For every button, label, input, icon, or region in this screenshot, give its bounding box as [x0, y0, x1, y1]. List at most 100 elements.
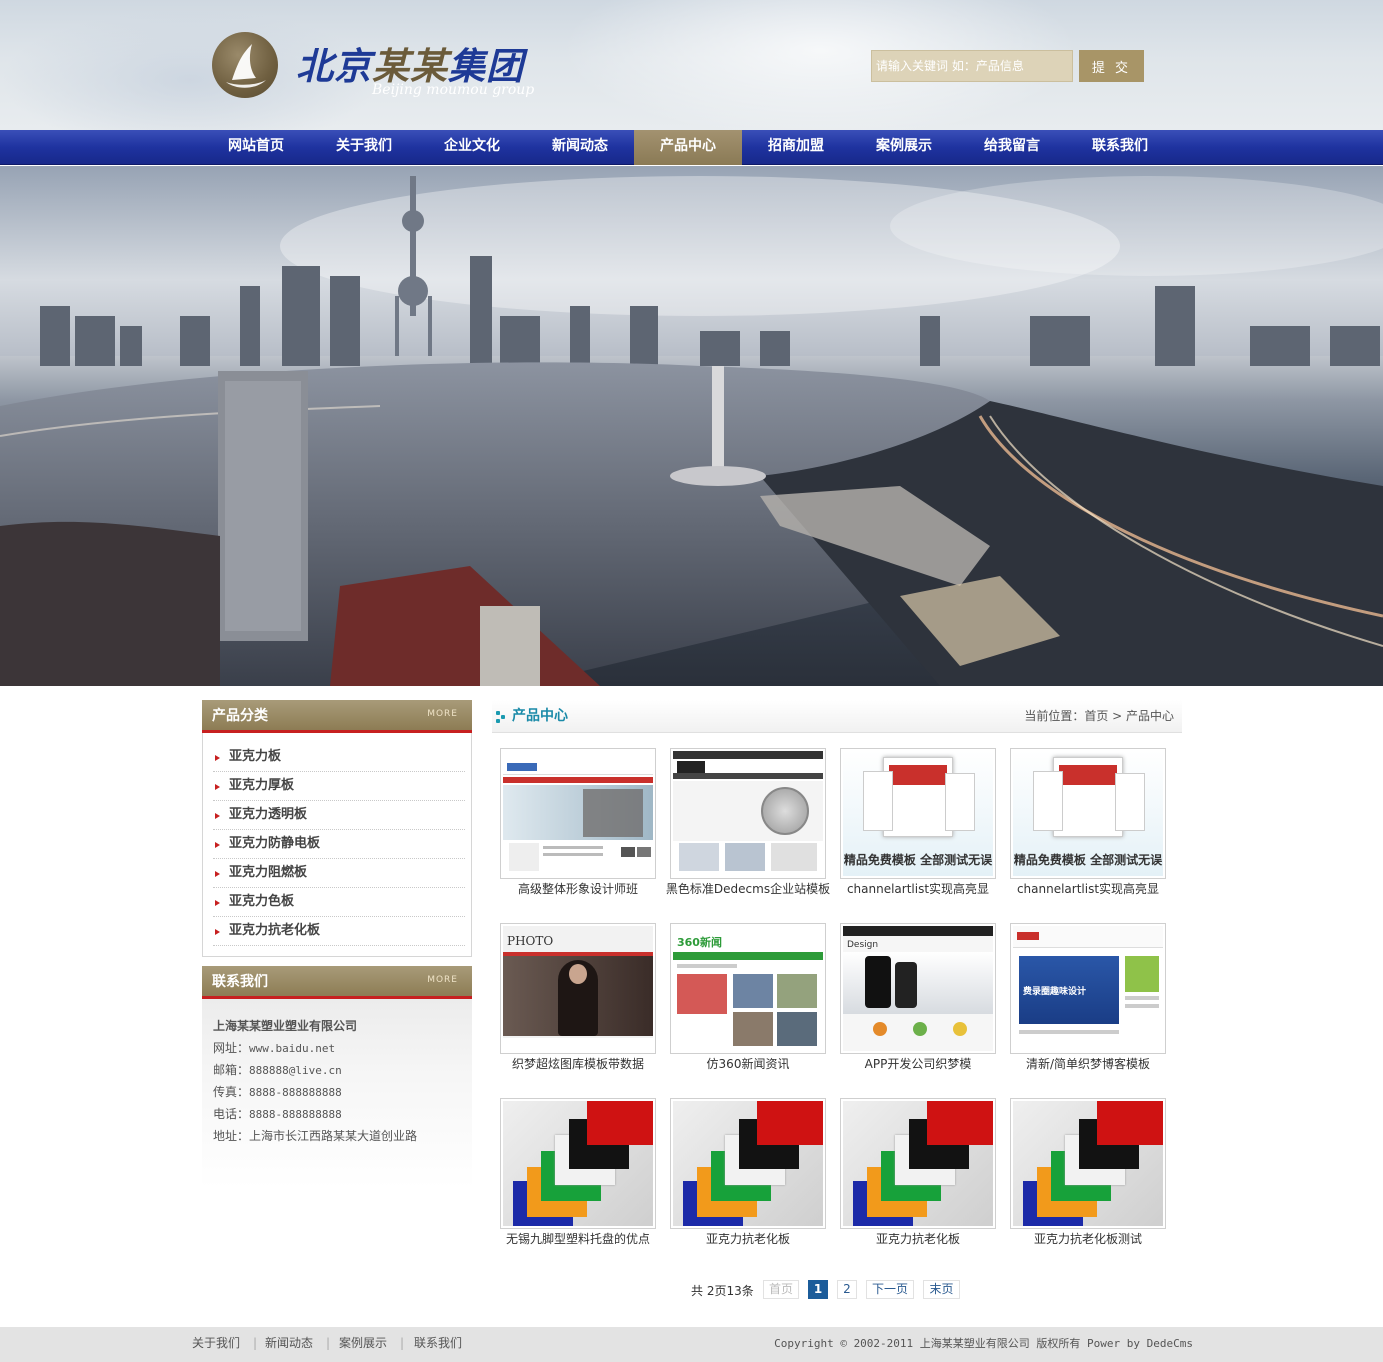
product-caption[interactable]: APP开发公司织梦模 [830, 1055, 1006, 1072]
footer-separator: | [400, 1336, 405, 1350]
contact-label: 传真： [213, 1085, 250, 1099]
product-caption[interactable]: channelartlist实现高亮显 [830, 880, 1006, 897]
city-skyline-image [0, 166, 1383, 686]
product-thumbnail[interactable] [500, 748, 656, 879]
site-footer: Copyright © 2002-2011 上海某某塑业有限公司 版权所有 Po… [0, 1327, 1383, 1362]
footer-link[interactable]: 新闻动态 [265, 1327, 313, 1360]
red-arrow-icon [215, 929, 220, 935]
product-caption[interactable]: 清新/简单织梦博客模板 [1000, 1055, 1176, 1072]
category-item[interactable]: 亚克力透明板 [213, 801, 465, 830]
category-item[interactable]: 亚克力板 [213, 743, 465, 772]
contact-line: 电话：8888-888888888 [213, 1105, 342, 1122]
product-center-header: 产品中心 当前位置：首页 > 产品中心 [492, 700, 1182, 733]
contact-more-link[interactable]: MORE [427, 975, 458, 985]
category-label: 亚克力防静电板 [229, 836, 321, 851]
product-caption[interactable]: 高级整体形象设计师班 [490, 880, 666, 897]
category-title: 产品分类 [212, 708, 268, 724]
nav-item-4[interactable]: 新闻动态 [526, 130, 634, 165]
product-thumbnail[interactable]: 费录圈趣味设计 [1010, 923, 1166, 1054]
product-card[interactable]: 高级整体形象设计师班 [500, 748, 656, 908]
search-input[interactable] [871, 50, 1073, 82]
brand-name-en: Beijing moumou group [372, 82, 535, 98]
red-arrow-icon [215, 900, 220, 906]
product-thumbnail[interactable] [1010, 1098, 1166, 1229]
product-card[interactable]: PHOTO 织梦超炫图库模板带数据 [500, 923, 656, 1083]
category-item[interactable]: 亚克力色板 [213, 888, 465, 917]
site-header: 北京某某集团 Beijing moumou group 提 交 [0, 0, 1383, 130]
product-caption[interactable]: channelartlist实现高亮显 [1000, 880, 1176, 897]
pagination-summary: 共 2页13条 [691, 1284, 754, 1298]
product-card[interactable]: 360新闻 仿360新闻资讯 [670, 923, 826, 1083]
page-number-2[interactable]: 2 [837, 1280, 857, 1299]
product-caption[interactable]: 无锡九脚型塑料托盘的优点 [490, 1230, 666, 1247]
contact-value: 上海市长江西路某某大道创业路 [249, 1129, 418, 1143]
red-arrow-icon [215, 842, 220, 848]
contact-label: 网址： [213, 1041, 250, 1055]
nav-item-7[interactable]: 案例展示 [850, 130, 958, 165]
product-center-title: 产品中心 [512, 708, 568, 724]
nav-item-8[interactable]: 给我留言 [958, 130, 1066, 165]
brand-logo[interactable]: 北京某某集团 Beijing moumou group [212, 32, 552, 104]
contact-header: 联系我们 MORE [202, 966, 472, 999]
product-thumbnail[interactable] [670, 1098, 826, 1229]
nav-item-5[interactable]: 产品中心 [634, 130, 742, 165]
search-submit-button[interactable]: 提 交 [1079, 50, 1144, 82]
product-caption[interactable]: 亚克力抗老化板测试 [1000, 1230, 1176, 1247]
product-thumbnail[interactable] [670, 748, 826, 879]
product-card[interactable]: 黑色标准Dedecms企业站模板 [666, 748, 830, 908]
nav-item-2[interactable]: 关于我们 [310, 130, 418, 165]
contact-line: 传真：8888-888888888 [213, 1083, 342, 1100]
product-card[interactable]: Design APP开发公司织梦模 [840, 923, 996, 1083]
category-header: 产品分类 MORE [202, 700, 472, 733]
footer-separator: | [326, 1336, 331, 1350]
product-thumbnail[interactable]: Design [840, 923, 996, 1054]
product-caption[interactable]: 织梦超炫图库模板带数据 [490, 1055, 666, 1072]
category-item[interactable]: 亚克力抗老化板 [213, 917, 465, 946]
footer-link[interactable]: 联系我们 [414, 1327, 462, 1360]
nav-item-9[interactable]: 联系我们 [1066, 130, 1174, 165]
product-caption[interactable]: 黑色标准Dedecms企业站模板 [660, 880, 836, 897]
footer-link[interactable]: 关于我们 [192, 1327, 240, 1360]
product-thumbnail[interactable]: 360新闻 [670, 923, 826, 1054]
product-card[interactable]: 精品免费模板 全部测试无误 channelartlist实现高亮显 [840, 748, 996, 908]
last-page-link[interactable]: 末页 [923, 1280, 960, 1299]
category-more-link[interactable]: MORE [427, 709, 458, 719]
product-card[interactable]: 亚克力抗老化板 [670, 1098, 826, 1258]
breadcrumb: 当前位置：首页 > 产品中心 [1024, 709, 1174, 723]
nav-item-6[interactable]: 招商加盟 [742, 130, 850, 165]
contact-line: 邮箱：888888@live.cn [213, 1061, 342, 1078]
product-card[interactable]: 亚克力抗老化板 [840, 1098, 996, 1258]
category-list: 亚克力板亚克力厚板亚克力透明板亚克力防静电板亚克力阻燃板 亚克力色板亚克力抗老化板 [202, 733, 472, 957]
contact-line: 地址：上海市长江西路某某大道创业路 [213, 1127, 417, 1144]
page-number-1[interactable]: 1 [808, 1280, 828, 1299]
contact-value[interactable]: 888888@live.cn [249, 1064, 342, 1077]
category-item[interactable]: 亚克力厚板 [213, 772, 465, 801]
product-caption[interactable]: 亚克力抗老化板 [660, 1230, 836, 1247]
product-card[interactable]: 精品免费模板 全部测试无误 channelartlist实现高亮显 [1010, 748, 1166, 908]
product-thumbnail[interactable] [840, 1098, 996, 1229]
product-caption[interactable]: 仿360新闻资讯 [660, 1055, 836, 1072]
product-thumbnail[interactable] [500, 1098, 656, 1229]
category-item[interactable]: 亚克力阻燃板 [213, 859, 465, 888]
footer-separator: | [253, 1336, 258, 1350]
hero-banner [0, 166, 1383, 686]
category-label: 亚克力抗老化板 [229, 923, 321, 938]
nav-item-3[interactable]: 企业文化 [418, 130, 526, 165]
nav-item-1[interactable]: 网站首页 [202, 130, 310, 165]
company-name: 上海某某塑业塑业有限公司 [213, 1019, 358, 1033]
product-thumbnail[interactable]: 精品免费模板 全部测试无误 [840, 748, 996, 879]
product-card[interactable]: 亚克力抗老化板测试 [1010, 1098, 1166, 1258]
product-card[interactable]: 无锡九脚型塑料托盘的优点 [500, 1098, 656, 1258]
product-card[interactable]: 费录圈趣味设计 清新/简单织梦博客模板 [1010, 923, 1166, 1083]
next-page-link[interactable]: 下一页 [866, 1280, 914, 1299]
product-caption[interactable]: 亚克力抗老化板 [830, 1230, 1006, 1247]
contact-value[interactable]: www.baidu.net [249, 1042, 335, 1055]
product-thumbnail[interactable]: PHOTO [500, 923, 656, 1054]
footer-link[interactable]: 案例展示 [339, 1327, 387, 1360]
product-thumbnail[interactable]: 精品免费模板 全部测试无误 [1010, 748, 1166, 879]
red-arrow-icon [215, 755, 220, 761]
category-item[interactable]: 亚克力防静电板 [213, 830, 465, 859]
category-label: 亚克力厚板 [229, 778, 295, 793]
contact-line: 网址：www.baidu.net [213, 1039, 335, 1056]
first-page-link[interactable]: 首页 [763, 1280, 799, 1299]
